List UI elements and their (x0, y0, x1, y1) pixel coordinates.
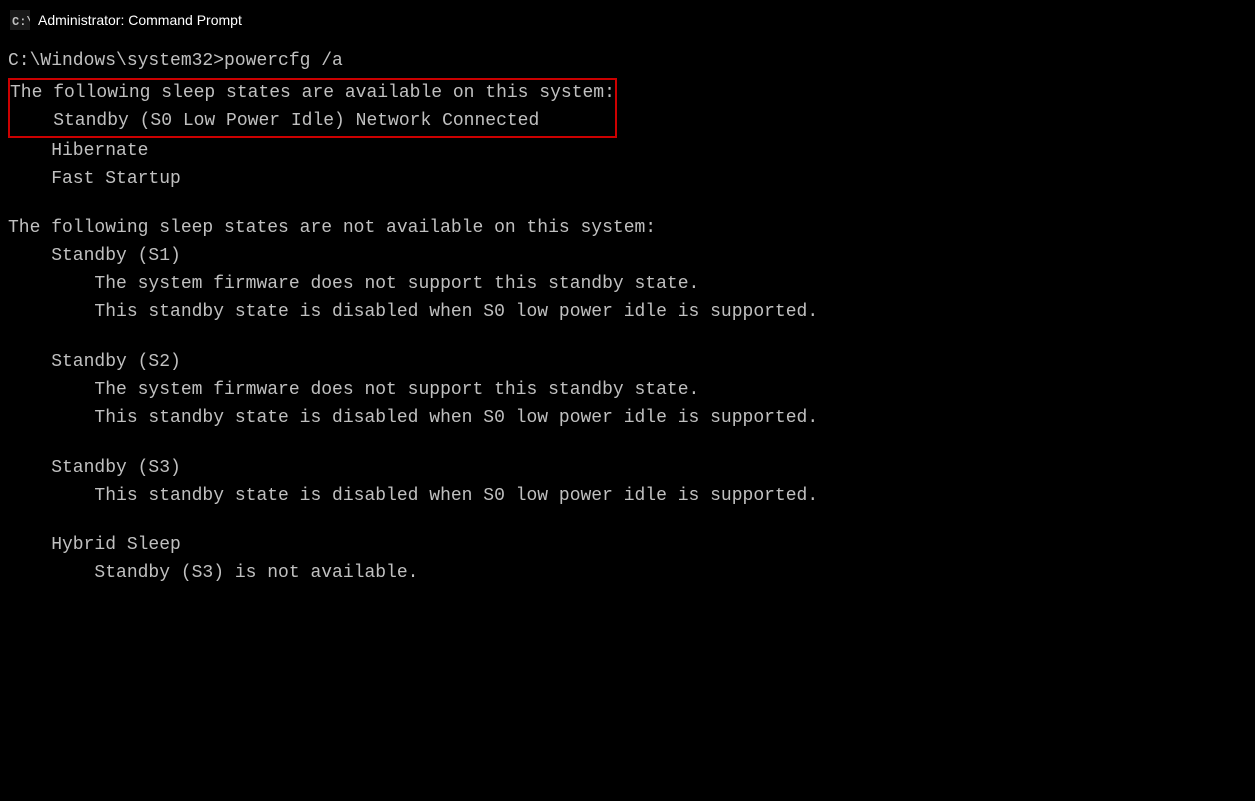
title-bar: C:\ Administrator: Command Prompt (0, 0, 1255, 40)
standby-s2-line: Standby (S2) (8, 349, 1247, 377)
standby-s1-line: Standby (S1) (8, 243, 1247, 271)
svg-text:C:\: C:\ (12, 15, 30, 29)
highlighted-section: The following sleep states are available… (8, 78, 617, 138)
fast-startup-line: Fast Startup (8, 166, 1247, 194)
standby-s2-reason1-line: The system firmware does not support thi… (8, 377, 1247, 405)
standby-s3-line: Standby (S3) (8, 455, 1247, 483)
terminal-content: C:\Windows\system32>powercfg /a The foll… (0, 40, 1255, 596)
title-bar-text: Administrator: Command Prompt (38, 12, 242, 28)
not-available-header-line: The following sleep states are not avail… (8, 215, 1247, 243)
command-prompt-line: C:\Windows\system32>powercfg /a (8, 48, 1247, 76)
hybrid-sleep-reason1-line: Standby (S3) is not available. (8, 560, 1247, 588)
standby-s3-reason1-line: This standby state is disabled when S0 l… (8, 483, 1247, 511)
standby-s1-reason1-line: The system firmware does not support thi… (8, 271, 1247, 299)
cmd-icon: C:\ (10, 10, 30, 30)
available-header-line: The following sleep states are available… (10, 80, 615, 108)
hibernate-line: Hibernate (8, 138, 1247, 166)
standby-s0-line: Standby (S0 Low Power Idle) Network Conn… (10, 108, 615, 136)
standby-s1-reason2-line: This standby state is disabled when S0 l… (8, 299, 1247, 327)
hybrid-sleep-line: Hybrid Sleep (8, 532, 1247, 560)
standby-s2-reason2-line: This standby state is disabled when S0 l… (8, 405, 1247, 433)
